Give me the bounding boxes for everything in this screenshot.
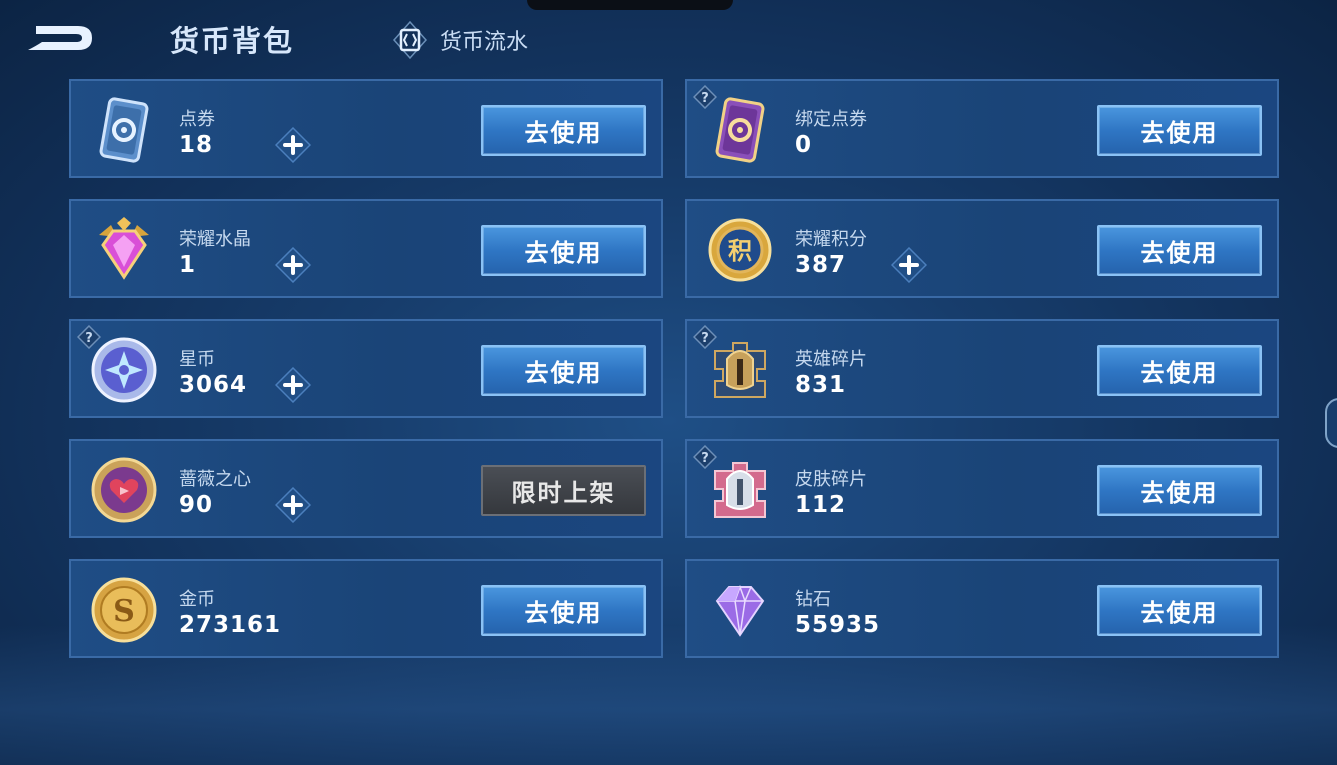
currency-card: 点券 18 去使用 bbox=[69, 79, 663, 178]
use-button[interactable]: 去使用 bbox=[1097, 465, 1262, 516]
glory-crystal-icon bbox=[91, 217, 157, 283]
use-button[interactable]: 去使用 bbox=[481, 585, 646, 636]
currency-amount: 90 bbox=[179, 492, 214, 518]
add-currency-button[interactable] bbox=[274, 366, 312, 404]
currency-flow-label: 货币流水 bbox=[440, 30, 529, 55]
gold-coin-icon: S bbox=[91, 577, 157, 643]
currency-card: 积 荣耀积分 387 去使用 bbox=[685, 199, 1279, 298]
bound-ticket-icon bbox=[707, 97, 773, 163]
use-button[interactable]: 去使用 bbox=[1097, 105, 1262, 156]
currency-name: 钻石 bbox=[795, 589, 831, 610]
currency-flow-link[interactable]: 货币流水 bbox=[390, 20, 528, 60]
svg-text:积: 积 bbox=[728, 237, 752, 265]
currency-amount: 3064 bbox=[179, 372, 248, 398]
currency-name: 星币 bbox=[179, 349, 215, 370]
add-currency-button[interactable] bbox=[274, 126, 312, 164]
rose-heart-icon bbox=[91, 457, 157, 523]
limited-time-button[interactable]: 限时上架 bbox=[481, 465, 646, 516]
use-button[interactable]: 去使用 bbox=[481, 225, 646, 276]
currency-card: S 金币 273161 去使用 bbox=[69, 559, 663, 658]
currency-name: 点券 bbox=[179, 109, 215, 130]
back-button[interactable] bbox=[22, 20, 98, 56]
add-currency-button[interactable] bbox=[274, 246, 312, 284]
currency-card: ? 星币 3064 去使用 bbox=[69, 319, 663, 418]
currency-amount: 387 bbox=[795, 252, 847, 278]
ticket-icon bbox=[91, 97, 157, 163]
currency-amount: 273161 bbox=[179, 612, 282, 638]
glory-points-icon: 积 bbox=[707, 217, 773, 283]
currency-name: 金币 bbox=[179, 589, 215, 610]
side-handle[interactable] bbox=[1325, 398, 1337, 448]
currency-name: 皮肤碎片 bbox=[795, 469, 867, 490]
currency-name: 荣耀积分 bbox=[795, 229, 867, 250]
currency-name: 荣耀水晶 bbox=[179, 229, 251, 250]
back-arrow-icon bbox=[28, 26, 92, 50]
currency-amount: 18 bbox=[179, 132, 214, 158]
svg-text:S: S bbox=[113, 594, 135, 629]
currency-name: 英雄碎片 bbox=[795, 349, 867, 370]
use-button[interactable]: 去使用 bbox=[1097, 345, 1262, 396]
currency-name: 蔷薇之心 bbox=[179, 469, 251, 490]
currency-amount: 55935 bbox=[795, 612, 881, 638]
currency-card: 蔷薇之心 90 限时上架 bbox=[69, 439, 663, 538]
record-icon bbox=[392, 20, 428, 60]
currency-card: ? 绑定点券 0 去使用 bbox=[685, 79, 1279, 178]
currency-amount: 1 bbox=[179, 252, 197, 278]
use-button[interactable]: 去使用 bbox=[1097, 225, 1262, 276]
use-button[interactable]: 去使用 bbox=[481, 105, 646, 156]
use-button[interactable]: 去使用 bbox=[1097, 585, 1262, 636]
add-currency-button[interactable] bbox=[890, 246, 928, 284]
top-bar: 货币背包 货币流水 bbox=[0, 0, 1337, 76]
diamond-icon bbox=[707, 577, 773, 643]
add-currency-button[interactable] bbox=[274, 486, 312, 524]
currency-card: 钻石 55935 去使用 bbox=[685, 559, 1279, 658]
use-button[interactable]: 去使用 bbox=[481, 345, 646, 396]
currency-amount: 831 bbox=[795, 372, 847, 398]
star-coin-icon bbox=[91, 337, 157, 403]
hero-fragment-icon bbox=[707, 337, 773, 403]
currency-amount: 0 bbox=[795, 132, 813, 158]
currency-card: ? 皮肤碎片 112 去使用 bbox=[685, 439, 1279, 538]
currency-card: ? 英雄碎片 831 去使用 bbox=[685, 319, 1279, 418]
currency-name: 绑定点券 bbox=[795, 109, 867, 130]
skin-fragment-icon bbox=[707, 457, 773, 523]
page-title: 货币背包 bbox=[170, 24, 295, 58]
currency-card: 荣耀水晶 1 去使用 bbox=[69, 199, 663, 298]
currency-amount: 112 bbox=[795, 492, 847, 518]
